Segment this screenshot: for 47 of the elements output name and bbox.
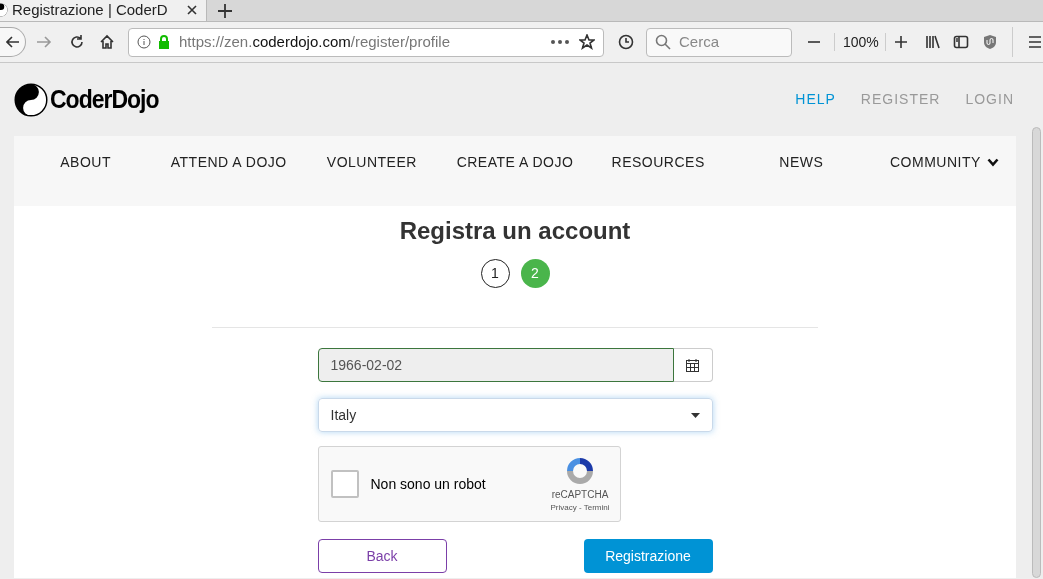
- search-field[interactable]: Cerca: [646, 27, 792, 57]
- step-indicator: 1: [480, 259, 510, 288]
- calendar-icon: [686, 358, 699, 372]
- captcha-checkbox[interactable]: [330, 470, 359, 498]
- logo-icon[interactable]: [14, 82, 48, 117]
- logo[interactable]: CoderDojo: [50, 79, 159, 120]
- zoom-in-icon[interactable]: [892, 34, 909, 50]
- info-icon[interactable]: [137, 35, 151, 49]
- step-indicator: 2: [520, 259, 550, 288]
- home-icon[interactable]: [99, 34, 115, 50]
- library-icon[interactable]: [924, 34, 941, 50]
- address-bar[interactable]: https://zen.coderdojo.com/register/profile: [128, 27, 604, 57]
- caret-icon: [690, 412, 700, 418]
- reload-icon[interactable]: [69, 34, 85, 50]
- shield-icon[interactable]: [982, 34, 997, 50]
- nav-link[interactable]: VOLUNTEER: [326, 152, 417, 172]
- nav-link[interactable]: ABOUT: [60, 152, 111, 172]
- star-icon[interactable]: [579, 34, 595, 50]
- captcha-label: Non sono un robot: [370, 474, 487, 494]
- tab-title: Registrazione | CoderD: [12, 0, 169, 20]
- nav-link[interactable]: RESOURCES: [611, 152, 705, 172]
- back-button[interactable]: Back: [317, 539, 447, 573]
- new-tab-icon[interactable]: [218, 4, 232, 18]
- more-icon[interactable]: [551, 40, 569, 44]
- country-select[interactable]: Italy: [317, 398, 713, 432]
- nav-link[interactable]: NEWS: [779, 152, 824, 172]
- nav-link[interactable]: CREATE A DOJO: [456, 152, 574, 172]
- lock-icon: [158, 35, 170, 49]
- calendar-button[interactable]: [673, 348, 713, 382]
- date-field[interactable]: 1966-02-02: [317, 348, 674, 382]
- chevron-down-icon[interactable]: [986, 158, 999, 167]
- zoom-level[interactable]: 100%: [843, 31, 879, 53]
- captcha-brand: reCAPTCHA: [551, 487, 609, 502]
- history-icon[interactable]: [618, 34, 634, 50]
- page-title: Registra un account: [399, 216, 631, 246]
- menu-icon[interactable]: [1026, 34, 1043, 50]
- search-icon: [655, 34, 671, 50]
- nav-link[interactable]: ATTEND A DOJO: [170, 152, 287, 172]
- search-placeholder: Cerca: [679, 31, 719, 52]
- back-button[interactable]: [0, 27, 26, 57]
- close-icon[interactable]: [186, 4, 198, 16]
- browser-tab[interactable]: Registrazione | CoderD: [0, 0, 207, 21]
- nav-link[interactable]: COMMUNITY: [890, 152, 981, 172]
- left-arrow-icon: [5, 35, 20, 49]
- sidebar-icon[interactable]: [952, 34, 969, 50]
- captcha-links[interactable]: Privacy - Termini: [550, 501, 610, 514]
- url-text: https://zen.coderdojo.com/register/profile: [179, 31, 451, 52]
